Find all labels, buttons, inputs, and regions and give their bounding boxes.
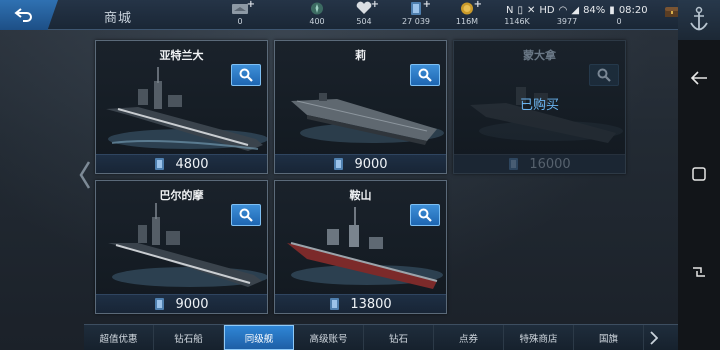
wifi-icon: ◠ <box>558 4 568 16</box>
ship-plate-icon: + <box>231 0 255 16</box>
resource-value: 116M <box>455 17 479 26</box>
resource-value: 1146K <box>504 17 530 26</box>
resource-ship-plates[interactable]: + 0 <box>212 0 268 29</box>
resource-value: 504 <box>356 17 372 26</box>
resource-value: 0 <box>237 17 243 26</box>
magnifier-icon <box>239 68 253 82</box>
clock: 08:20 <box>618 4 648 16</box>
magnifier-icon <box>239 208 253 222</box>
back-arrow-icon <box>14 8 32 22</box>
owned-label: 已购买 <box>519 98 559 113</box>
card-currency-icon <box>334 158 344 170</box>
vibrate-icon: ▯ <box>517 4 523 16</box>
resource-value: 0 <box>616 17 622 26</box>
tabs-next-button[interactable] <box>644 325 664 350</box>
resource-gold[interactable]: + 116M <box>439 0 495 29</box>
ship-price: 13800 <box>350 296 392 312</box>
inspect-button[interactable] <box>410 204 440 226</box>
card-currency-icon <box>155 298 165 310</box>
tab-coupons[interactable]: 点券 <box>434 325 504 350</box>
card-icon: + <box>407 0 431 16</box>
heart-icon: + <box>355 0 379 16</box>
battery-percent: 84% <box>583 4 606 16</box>
add-gold-icon: + <box>473 0 482 10</box>
ship-price: 4800 <box>175 156 209 172</box>
shop-screen: 商城 + 0 400 + 504 + 27 039 + 116M 1146K 3… <box>0 0 720 350</box>
magnifier-icon <box>418 68 432 82</box>
ship-card[interactable]: 亚特兰大 4800 <box>95 40 268 174</box>
resource-value: 3977 <box>556 17 578 26</box>
battery-icon: ▮ <box>609 4 615 16</box>
top-bar: 商城 + 0 400 + 504 + 27 039 + 116M 1146K 3… <box>0 0 679 30</box>
ship-price: 9000 <box>354 156 388 172</box>
ship-price: 16000 <box>529 156 571 172</box>
price-bar: 9000 <box>96 294 267 313</box>
magnifier-icon <box>597 68 611 82</box>
tab-same-tier-ships[interactable]: 同级舰 <box>224 325 294 350</box>
anchor-menu-button[interactable] <box>678 0 720 40</box>
back-button[interactable] <box>0 0 58 30</box>
resource-cards[interactable]: + 27 039 <box>388 0 444 29</box>
nav-home-icon <box>692 167 706 181</box>
page-title: 商城 <box>104 11 133 26</box>
tab-diamonds[interactable]: 钻石 <box>364 325 434 350</box>
nav-recent-button[interactable] <box>689 262 709 282</box>
category-tab-bar: 超值优惠 钻石船 同级舰 高级账号 钻石 点券 特殊商店 国旗 <box>84 324 678 350</box>
mute-icon: ✕ <box>527 4 536 16</box>
hd-icon: HD <box>539 4 555 16</box>
tab-special-shop[interactable]: 特殊商店 <box>504 325 574 350</box>
tab-flags[interactable]: 国旗 <box>574 325 644 350</box>
ship-card[interactable]: 鞍山 13800 <box>274 180 447 314</box>
price-bar: 16000 <box>454 154 625 173</box>
anchor-icon <box>690 6 708 31</box>
price-bar: 9000 <box>275 154 446 173</box>
ship-card[interactable]: 巴尔的摩 9000 <box>95 180 268 314</box>
nav-recent-icon <box>693 267 705 277</box>
add-heart-icon: + <box>370 0 379 10</box>
chevron-right-icon <box>650 330 658 345</box>
system-nav-bar <box>678 40 720 350</box>
resource-value: 27 039 <box>402 17 430 26</box>
nav-home-button[interactable] <box>689 164 709 184</box>
add-ship-plate-icon: + <box>246 0 255 10</box>
ship-card-owned[interactable]: 蒙大拿 已购买 16000 <box>453 40 626 174</box>
inspect-button[interactable] <box>231 64 261 86</box>
price-bar: 13800 <box>275 294 446 313</box>
tab-deals[interactable]: 超值优惠 <box>84 325 154 350</box>
card-currency-icon <box>330 298 340 310</box>
magnifier-icon <box>418 208 432 222</box>
resource-value: 400 <box>309 17 325 26</box>
gold-coin-icon: + <box>458 0 482 16</box>
resource-hearts[interactable]: + 504 <box>336 0 392 29</box>
tab-premium-account[interactable]: 高级账号 <box>294 325 364 350</box>
nav-back-button[interactable] <box>689 68 709 88</box>
ship-price: 9000 <box>175 296 209 312</box>
system-status-bar: N ▯ ✕ HD ◠ ◢ 84% ▮ 08:20 <box>506 3 666 17</box>
add-card-icon: + <box>422 0 431 10</box>
price-bar: 4800 <box>96 154 267 173</box>
inspect-button[interactable] <box>231 204 261 226</box>
inspect-button[interactable] <box>410 64 440 86</box>
nav-back-icon <box>690 71 707 85</box>
ship-card[interactable]: 莉 9000 <box>274 40 447 174</box>
nfc-icon: N <box>506 4 514 16</box>
scroll-left-arrow-icon[interactable] <box>78 160 92 190</box>
inspect-button[interactable] <box>589 64 619 86</box>
card-currency-icon <box>509 158 519 170</box>
tab-diamond-ships[interactable]: 钻石船 <box>154 325 224 350</box>
card-currency-icon <box>155 158 165 170</box>
signal-icon: ◢ <box>571 4 580 16</box>
energy-icon <box>308 1 326 16</box>
